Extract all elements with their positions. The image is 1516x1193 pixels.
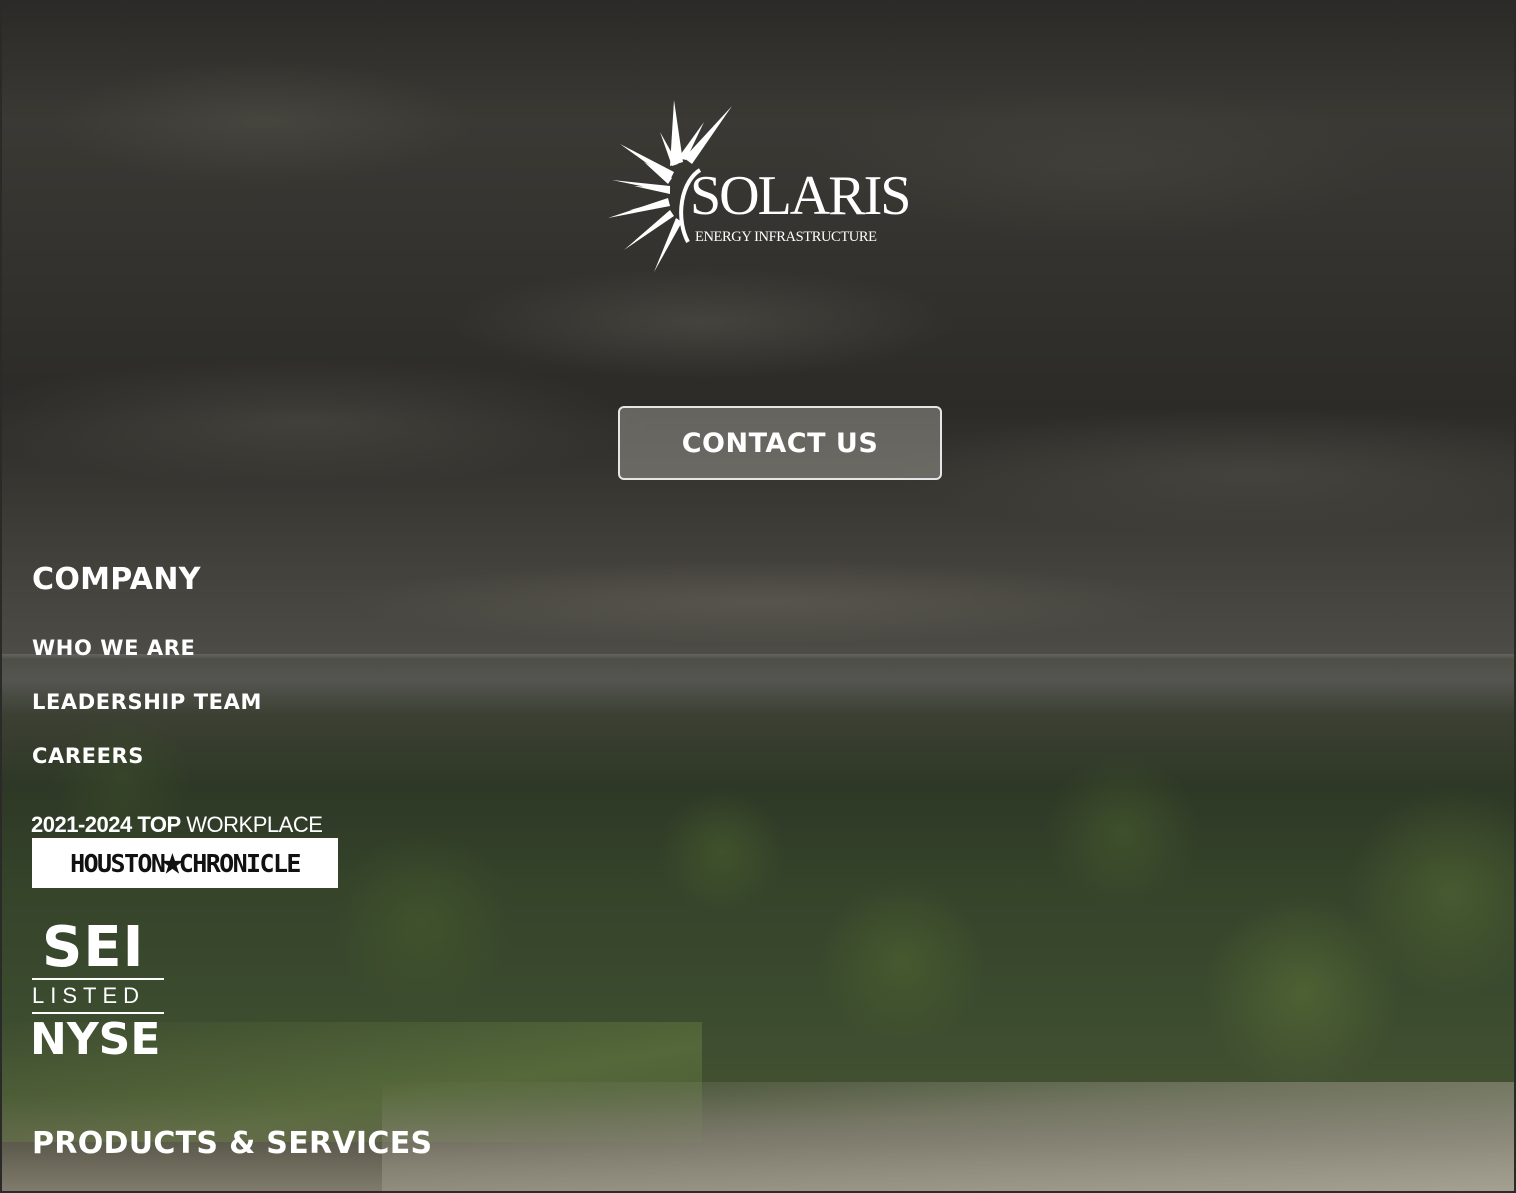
- badge-top-word: TOP: [137, 812, 181, 837]
- star-icon: ★: [160, 838, 184, 884]
- contact-us-button[interactable]: CONTACT US: [618, 406, 942, 480]
- trademark-mark: ™: [900, 178, 907, 185]
- houston-chronicle-logo: HOUSTON ★ CHRONICLE: [32, 838, 338, 888]
- shoreline: [382, 1082, 1514, 1191]
- ticker-symbol: SEI: [42, 915, 145, 980]
- publisher-right: CHRONICLE: [178, 848, 302, 878]
- exchange-name: NYSE: [30, 1014, 161, 1065]
- nav-link-leadership-team[interactable]: LEADERSHIP TEAM: [32, 690, 262, 714]
- logo-tagline: ENERGY INFRASTRUCTURE: [695, 229, 877, 245]
- badge-caption: 2021-2024 TOP WORKPLACE: [31, 812, 341, 838]
- company-heading: COMPANY: [32, 562, 201, 597]
- logo-wordmark: SOLARIS: [690, 165, 911, 227]
- badge-years: 2021-2024: [31, 812, 132, 837]
- solaris-logo[interactable]: SOLARIS ™ ENERGY INFRASTRUCTURE: [604, 100, 914, 280]
- badge-workplace-word: WORKPLACE: [186, 812, 323, 837]
- nav-link-who-we-are[interactable]: WHO WE ARE: [32, 636, 196, 660]
- publisher-left: HOUSTON: [70, 848, 166, 878]
- nav-link-careers[interactable]: CAREERS: [32, 744, 144, 768]
- listed-label: LISTED: [32, 983, 146, 1008]
- horizon: [2, 654, 1514, 660]
- nyse-listing-badge[interactable]: SEI LISTED NYSE: [30, 920, 170, 1065]
- divider: [32, 978, 164, 980]
- products-services-heading: PRODUCTS & SERVICES: [32, 1126, 433, 1161]
